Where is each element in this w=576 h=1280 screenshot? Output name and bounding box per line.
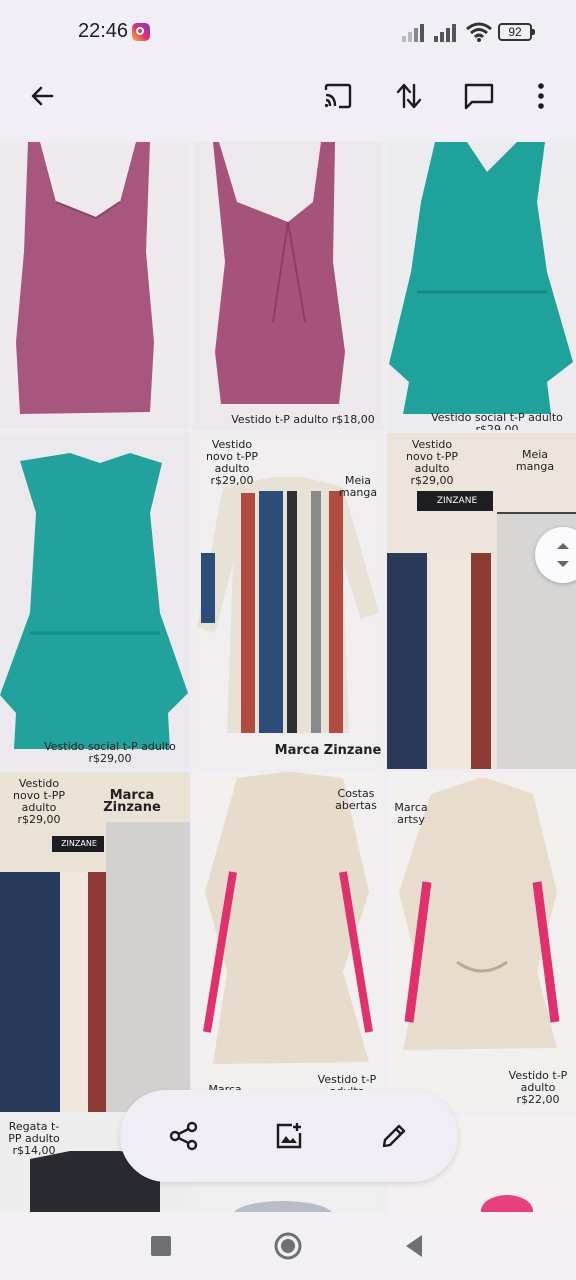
caption-t5-price: Vestido novo t-PP adulto r$29,00 <box>206 438 258 487</box>
photo-tile-9[interactable]: Marca artsy Vestido t-P adulto r$22,00 <box>387 772 576 1112</box>
photo-tile-1[interactable] <box>0 142 190 430</box>
caption-t5-sleeve: Meia manga <box>338 474 378 499</box>
caption-t3: Vestido social t-P adulto r$29,00 <box>431 411 563 431</box>
caption-t4: Vestido social t-P adulto r$29,00 <box>44 740 176 765</box>
signal-icon <box>402 24 424 42</box>
caption-t5-brand: Marca Zinzane <box>274 743 382 758</box>
app-bar <box>0 64 576 140</box>
cast-button[interactable] <box>314 72 362 120</box>
system-navigation-bar <box>0 1212 576 1280</box>
photo-tile-6[interactable]: Vestido novo t-PP adulto r$29,00 Meia ma… <box>387 433 576 769</box>
photo-tile-3[interactable]: Vestido social t-P adulto r$29,00 <box>387 142 576 430</box>
cream-dress-back-photo <box>193 772 383 1112</box>
share-icon <box>169 1121 198 1151</box>
caption-t6-sleeve: Meia manga <box>515 448 555 473</box>
comment-icon <box>464 83 494 110</box>
photo-grid: Vestido t-P adulto r$18,00 Vestido socia… <box>0 142 576 1212</box>
back-nav-button[interactable] <box>390 1222 438 1270</box>
comment-button[interactable] <box>455 72 503 120</box>
pink-dress-photo <box>0 142 190 430</box>
share-button[interactable] <box>160 1112 208 1160</box>
tag-label-t7: ZINZANE <box>61 839 97 848</box>
caption-t7-brand: Marca Zinzane <box>103 788 161 815</box>
teal-dress-photo <box>387 142 576 430</box>
home-circle-icon <box>274 1232 302 1260</box>
pink-dress-photo-2 <box>193 142 383 430</box>
edit-icon <box>382 1124 406 1148</box>
caption-t10-price: Regata t-PP adulto r$14,00 <box>8 1120 60 1157</box>
photo-tile-7[interactable]: Vestido novo t-PP adulto r$29,00 Marca Z… <box>0 772 190 1112</box>
swap-vertical-icon <box>396 83 422 109</box>
arrow-back-icon <box>31 86 54 106</box>
caption-t2: Vestido t-P adulto r$18,00 <box>231 413 375 426</box>
tag-label-t6: ZINZANE <box>436 496 478 506</box>
back-triangle-icon <box>406 1235 422 1257</box>
add-to-album-button[interactable] <box>265 1112 313 1160</box>
sort-button[interactable] <box>385 72 433 120</box>
teal-dress-photo-2 <box>0 433 190 769</box>
battery-indicator: 92 <box>498 23 535 41</box>
photo-tile-8[interactable]: Costas abertas Vestido t-P adulto Marca <box>193 772 383 1112</box>
signal-icon-2 <box>434 24 456 42</box>
back-button[interactable] <box>18 72 66 120</box>
instagram-notification-icon <box>132 23 150 41</box>
caption-t9-price: Vestido t-P adulto r$22,00 <box>508 1069 568 1106</box>
caption-t9-brand: Marca artsy <box>394 801 428 826</box>
recents-square-icon <box>151 1236 171 1256</box>
more-options-button[interactable] <box>517 72 565 120</box>
recents-button[interactable] <box>137 1222 185 1270</box>
photo-tile-5[interactable]: Vestido novo t-PP adulto r$29,00 Meia ma… <box>193 433 383 769</box>
status-time: 22:46 <box>78 20 129 42</box>
add-photo-icon <box>276 1123 302 1149</box>
photo-tile-2[interactable]: Vestido t-P adulto r$18,00 <box>193 142 383 430</box>
photo-action-bar <box>120 1090 458 1182</box>
caption-t6-price: Vestido novo t-PP adulto r$29,00 <box>406 438 458 487</box>
scroll-arrows-icon <box>557 543 569 567</box>
caption-t7-price: Vestido novo t-PP adulto r$29,00 <box>13 777 65 826</box>
home-button[interactable] <box>264 1222 312 1270</box>
more-vert-icon <box>538 83 544 109</box>
edit-button[interactable] <box>370 1112 418 1160</box>
cast-icon <box>324 83 352 109</box>
photo-tile-4[interactable]: Vestido social t-P adulto r$29,00 <box>0 433 190 769</box>
wifi-icon <box>466 22 492 42</box>
fast-scroll-handle[interactable] <box>535 527 576 583</box>
caption-t8-back: Costas abertas <box>335 787 377 812</box>
status-bar: 22:46 92 <box>0 0 576 64</box>
